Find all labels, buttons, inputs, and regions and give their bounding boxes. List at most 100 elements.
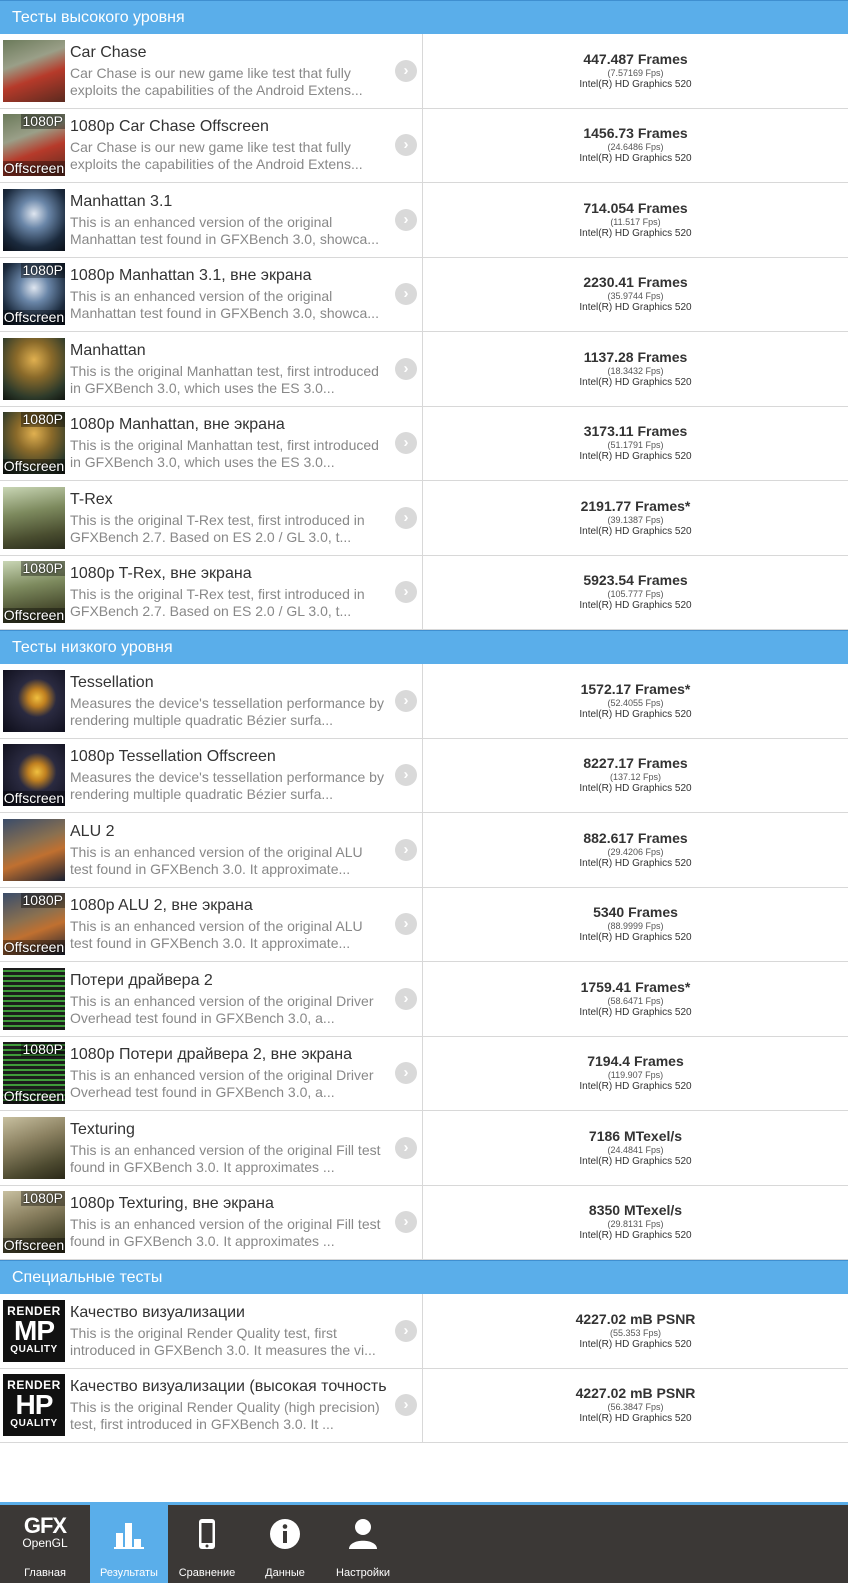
- test-name: 1080p Texturing, вне экрана: [70, 1195, 274, 1213]
- test-row[interactable]: 1080P Offscreen 1080p ALU 2, вне экрана Thi…: [0, 887, 848, 962]
- chevron-right-icon[interactable]: ›: [395, 764, 417, 787]
- test-row[interactable]: Manhattan 3.1 This is an enhanced version…: [0, 183, 848, 258]
- test-info[interactable]: 1080P Offscreen 1080p Manhattan 3.1, вне э…: [0, 257, 423, 331]
- chevron-right-icon[interactable]: ›: [395, 134, 417, 157]
- tab-data[interactable]: Данные: [246, 1505, 324, 1583]
- test-thumbnail: [3, 1116, 65, 1179]
- test-name: 1080p Потери драйвера 2, вне экрана: [70, 1046, 353, 1064]
- test-row[interactable]: 1080P Offscreen 1080p Car Chase Offscreen C…: [0, 108, 848, 183]
- test-info[interactable]: Offscreen 1080p Tessellation Offscreen Mea…: [0, 738, 423, 812]
- chevron-right-icon[interactable]: ›: [395, 506, 417, 529]
- test-row[interactable]: Texturing This is an enhanced version of …: [0, 1111, 848, 1186]
- offscreen-tag: Offscreen: [3, 790, 65, 807]
- chevron-right-icon[interactable]: ›: [395, 208, 417, 231]
- fps-value: (58.6471 Fps): [607, 995, 664, 1006]
- test-name: 1080p Car Chase Offscreen: [70, 118, 269, 136]
- chevron-right-icon[interactable]: ›: [395, 1136, 417, 1159]
- fps-value: (105.777 Fps): [607, 589, 664, 600]
- test-result: 7194.4 Frames (119.907 Fps) Intel(R) HD Gr…: [423, 1037, 848, 1111]
- tab-results[interactable]: Результаты: [90, 1505, 168, 1583]
- test-result: 882.617 Frames (29.4206 Fps) Intel(R) HD G…: [423, 813, 848, 887]
- render-quality-logo: RENDER MP QUALITY: [3, 1299, 65, 1362]
- tab-label: Главная: [24, 1567, 66, 1579]
- tab-label: Сравнение: [178, 1567, 236, 1579]
- test-row[interactable]: T-Rex This is the original T-Rex test, fi…: [0, 481, 848, 556]
- test-text: 1080p Car Chase Offscreen Car Chase is ou…: [70, 117, 386, 173]
- test-info[interactable]: T-Rex This is the original T-Rex test, fi…: [0, 481, 423, 555]
- test-row[interactable]: Tessellation Measures the device's tessel…: [0, 664, 848, 739]
- offscreen-tag: Offscreen: [3, 607, 65, 624]
- test-info[interactable]: 1080P Offscreen 1080p Потери драйвера 2, в…: [0, 1036, 423, 1110]
- test-info[interactable]: RENDER MP QUALITY Качество визуализации This…: [0, 1294, 423, 1368]
- test-name: T-Rex: [70, 490, 113, 508]
- test-thumbnail: [3, 967, 65, 1030]
- test-row[interactable]: Потери драйвера 2 This is an enhanced ver…: [0, 962, 848, 1037]
- test-info[interactable]: Texturing This is an enhanced version of …: [0, 1111, 423, 1185]
- test-row[interactable]: 1080P Offscreen 1080p Texturing, вне экран…: [0, 1185, 848, 1260]
- test-text: ALU 2 This is an enhanced version of the …: [70, 822, 386, 878]
- test-row[interactable]: 1080P Offscreen 1080p Потери драйвера 2, в…: [0, 1036, 848, 1111]
- device-name: Intel(R) HD Graphics 520: [579, 1006, 692, 1018]
- chevron-right-icon[interactable]: ›: [395, 432, 417, 455]
- test-name: Car Chase: [70, 43, 147, 61]
- test-text: 1080p Потери драйвера 2, вне экрана This …: [70, 1045, 386, 1101]
- fps-value: (29.4206 Fps): [607, 846, 664, 857]
- fps-value: (56.3847 Fps): [607, 1402, 664, 1413]
- test-info[interactable]: RENDER HP QUALITY Качество визуализации (вы…: [0, 1368, 423, 1442]
- test-description: This is an enhanced version of the origi…: [70, 918, 363, 952]
- test-info[interactable]: Потери драйвера 2 This is an enhanced ver…: [0, 962, 423, 1036]
- fps-value: (51.1791 Fps): [607, 440, 664, 451]
- chevron-right-icon[interactable]: ›: [395, 59, 417, 82]
- test-info[interactable]: 1080P Offscreen 1080p Car Chase Offscreen C…: [0, 108, 423, 182]
- quality-logo-bottom: QUALITY: [10, 1418, 58, 1430]
- resolution-tag: 1080P: [20, 1042, 65, 1058]
- test-info[interactable]: Tessellation Measures the device's tessel…: [0, 664, 423, 738]
- test-thumbnail: [3, 39, 65, 102]
- test-row[interactable]: Car Chase Car Chase is our new game like …: [0, 34, 848, 109]
- tab-settings[interactable]: Настройки: [324, 1505, 402, 1583]
- test-row[interactable]: ALU 2 This is an enhanced version of the …: [0, 813, 848, 888]
- test-row[interactable]: RENDER HP QUALITY Качество визуализации (вы…: [0, 1368, 848, 1443]
- test-info[interactable]: Manhattan This is the original Manhattan …: [0, 332, 423, 406]
- chevron-right-icon[interactable]: ›: [395, 1062, 417, 1085]
- test-row[interactable]: Manhattan This is the original Manhattan …: [0, 332, 848, 407]
- test-row[interactable]: 1080P Offscreen 1080p Manhattan, вне экран…: [0, 406, 848, 481]
- fps-value: (7.57169 Fps): [607, 67, 664, 78]
- chevron-right-icon[interactable]: ›: [395, 357, 417, 380]
- test-text: Car Chase Car Chase is our new game like …: [70, 43, 386, 99]
- test-row[interactable]: 1080P Offscreen 1080p T-Rex, вне экрана Thi…: [0, 555, 848, 630]
- test-result: 447.487 Frames (7.57169 Fps) Intel(R) HD G…: [423, 34, 848, 108]
- thumbnail-art: [3, 818, 65, 881]
- test-text: Качество визуализации This is the origina…: [70, 1303, 386, 1359]
- chevron-right-icon[interactable]: ›: [395, 581, 417, 604]
- device-name: Intel(R) HD Graphics 520: [579, 600, 692, 612]
- test-row[interactable]: Offscreen 1080p Tessellation Offscreen Mea…: [0, 738, 848, 813]
- test-info[interactable]: 1080P Offscreen 1080p ALU 2, вне экрана Thi…: [0, 887, 423, 961]
- test-info[interactable]: Car Chase Car Chase is our new game like …: [0, 34, 423, 108]
- chevron-right-icon[interactable]: ›: [395, 283, 417, 306]
- test-name: Texturing: [70, 1120, 135, 1138]
- chevron-right-icon[interactable]: ›: [395, 1394, 417, 1417]
- test-info[interactable]: 1080P Offscreen 1080p Texturing, вне экран…: [0, 1185, 423, 1259]
- test-result: 1572.17 Frames* (52.4055 Fps) Intel(R) HD …: [423, 664, 848, 738]
- tab-compare[interactable]: Сравнение: [168, 1505, 246, 1583]
- test-info[interactable]: 1080P Offscreen 1080p Manhattan, вне экран…: [0, 406, 423, 480]
- test-info[interactable]: 1080P Offscreen 1080p T-Rex, вне экрана Thi…: [0, 555, 423, 629]
- bar-chart-icon: [90, 1517, 168, 1551]
- offscreen-tag: Offscreen: [3, 1088, 65, 1105]
- chevron-right-icon[interactable]: ›: [395, 689, 417, 712]
- test-result: 3173.11 Frames (51.1791 Fps) Intel(R) HD G…: [423, 407, 848, 481]
- tab-home[interactable]: GFX OpenGL Главная: [0, 1505, 90, 1583]
- chevron-right-icon[interactable]: ›: [395, 913, 417, 936]
- test-info[interactable]: ALU 2 This is an enhanced version of the …: [0, 813, 423, 887]
- tab-label: Настройки: [336, 1567, 390, 1579]
- test-info[interactable]: Manhattan 3.1 This is an enhanced version…: [0, 183, 423, 257]
- chevron-right-icon[interactable]: ›: [395, 1211, 417, 1234]
- chevron-right-icon[interactable]: ›: [395, 838, 417, 861]
- offscreen-tag: Offscreen: [3, 309, 65, 326]
- chevron-right-icon[interactable]: ›: [395, 987, 417, 1010]
- chevron-right-icon[interactable]: ›: [395, 1319, 417, 1342]
- test-row[interactable]: RENDER MP QUALITY Качество визуализации This…: [0, 1294, 848, 1369]
- test-row[interactable]: 1080P Offscreen 1080p Manhattan 3.1, вне э…: [0, 257, 848, 332]
- device-name: Intel(R) HD Graphics 520: [579, 857, 692, 869]
